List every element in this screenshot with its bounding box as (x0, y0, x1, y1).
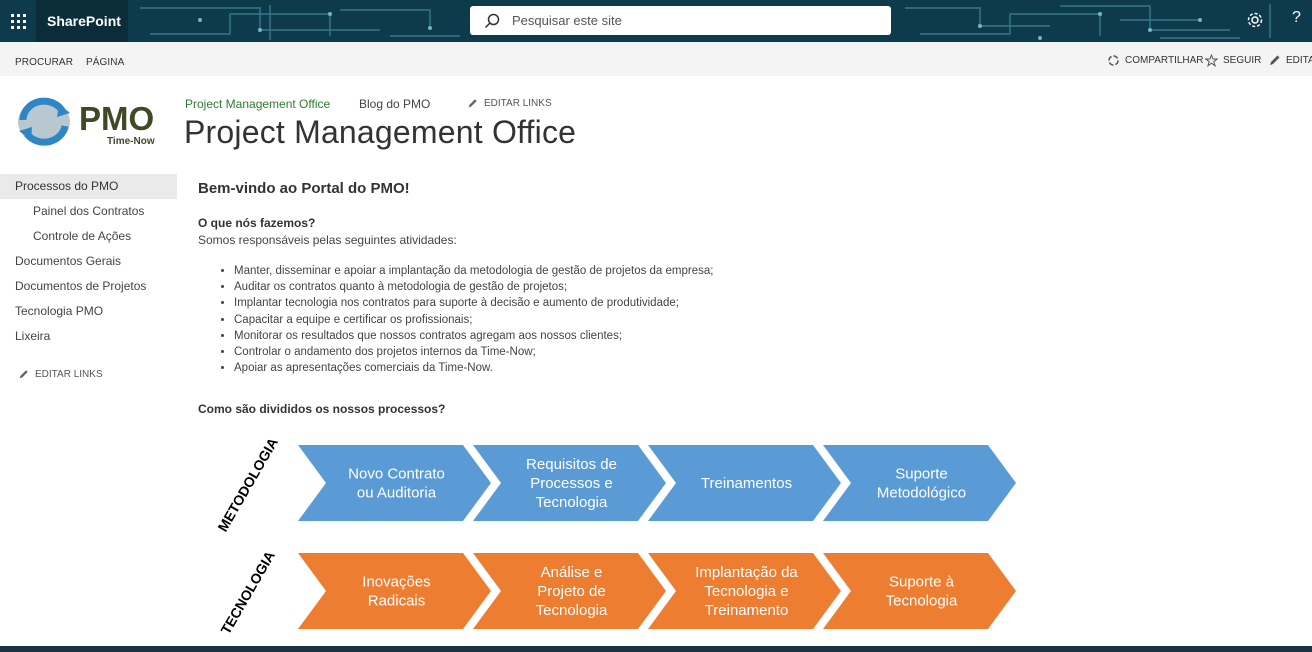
list-item: Capacitar a equipe e certificar os profi… (234, 312, 713, 328)
process-step: Suporte Metodológico (823, 445, 1016, 521)
process-step-label: Inovações (362, 574, 430, 591)
share-button[interactable]: COMPARTILHAR (1107, 54, 1204, 67)
follow-label: SEGUIR (1223, 55, 1262, 66)
process-step-label: Suporte (895, 466, 948, 483)
list-item: Apoiar as apresentações comerciais da Ti… (234, 360, 713, 376)
pmo-logo-image: PMO Time-Now (18, 97, 155, 147)
logo-subtext: Time-Now (107, 136, 155, 147)
logo-text: PMO (79, 100, 154, 137)
process-step: Novo Contrato ou Auditoria (298, 445, 491, 521)
nav-edit-links-label: EDITAR LINKS (35, 369, 103, 380)
activities-list: Manter, disseminar e apoiar a implantaçã… (234, 263, 713, 376)
chevron-shape (823, 553, 1016, 629)
process-step-label: Tecnologia (886, 593, 958, 610)
nav-item-tecnologia-pmo[interactable]: Tecnologia PMO (0, 299, 177, 324)
process-step-label: Treinamentos (701, 475, 792, 492)
nav-item-lixeira[interactable]: Lixeira (0, 324, 177, 349)
process-step: Inovações Radicais (298, 553, 491, 629)
share-icon (1108, 55, 1119, 66)
edit-page-button[interactable]: EDITA (1268, 54, 1312, 67)
follow-button[interactable]: SEGUIR (1205, 54, 1261, 67)
welcome-heading: Bem-vindo ao Portal do PMO! (198, 180, 410, 197)
quick-launch-nav: Processos do PMO Painel dos Contratos Co… (0, 174, 177, 380)
search-placeholder: Pesquisar este site (512, 13, 622, 28)
nav-item-documentos-gerais[interactable]: Documentos Gerais (0, 249, 177, 274)
chevron-shape (298, 445, 491, 521)
process-step-label: Tecnologia e (704, 583, 788, 600)
what-we-do-heading: O que nós fazemos? (198, 216, 316, 230)
process-step-label: Requisitos de (526, 456, 617, 473)
tab-procurar[interactable]: PROCURAR (15, 57, 73, 68)
process-step-label: Processos e (530, 475, 613, 492)
process-step-label: Treinamento (705, 602, 789, 619)
page-content: Bem-vindo ao Portal do PMO! O que nós fa… (198, 180, 1098, 416)
process-step-label: Tecnologia (536, 494, 608, 511)
pencil-icon (1270, 55, 1280, 65)
process-step-label: Análise e (541, 564, 603, 581)
list-item: Implantar tecnologia nos contratos para … (234, 295, 713, 311)
sharepoint-brand-link[interactable]: SharePoint (36, 0, 128, 42)
intro-text: Somos responsáveis pelas seguintes ativi… (198, 233, 457, 247)
list-item: Auditar os contratos quanto à metodologi… (234, 279, 713, 295)
process-step: Requisitos de Processos e Tecnologia (473, 445, 666, 521)
toplink-project-management-office[interactable]: Project Management Office (185, 97, 330, 111)
help-button[interactable]: ? (1292, 9, 1301, 27)
edit-label: EDITA (1286, 55, 1312, 66)
star-icon (1205, 54, 1218, 67)
bottom-bar (0, 646, 1312, 652)
settings-gear-icon[interactable] (1246, 11, 1264, 29)
process-step-label: Radicais (368, 593, 426, 610)
suite-bar: SharePoint Pesquisar este site ? (0, 0, 1312, 42)
processes-heading: Como são divididos os nossos processos? (198, 402, 446, 416)
process-step-label: Novo Contrato (348, 466, 445, 483)
nav-item-documentos-de-projetos[interactable]: Documentos de Projetos (0, 274, 177, 299)
nav-edit-links-button[interactable]: EDITAR LINKS (18, 369, 103, 380)
top-edit-links-button[interactable]: EDITAR LINKS (467, 98, 552, 109)
list-item: Monitorar os resultados que nossos contr… (234, 328, 713, 344)
list-item: Manter, disseminar e apoiar a implantaçã… (234, 263, 713, 279)
app-launcher-button[interactable] (0, 0, 36, 42)
process-step-label: ou Auditoria (357, 485, 437, 502)
waffle-icon (10, 13, 26, 29)
site-logo[interactable]: PMO Time-Now (15, 96, 165, 148)
process-step-label: Tecnologia (536, 602, 608, 619)
command-bar: PROCURAR PÁGINA COMPARTILHAR SEGUIR EDIT… (0, 42, 1312, 76)
process-step: Implantação da Tecnologia e Treinamento (648, 553, 841, 629)
chevron-shape (298, 553, 491, 629)
process-step-label: Projeto de (537, 583, 605, 600)
tab-pagina[interactable]: PÁGINA (86, 57, 124, 68)
process-step: Treinamentos (648, 445, 841, 521)
chevron-shape (823, 445, 1016, 521)
process-step: Suporte à Tecnologia (823, 553, 1016, 629)
process-step-label: Suporte à (889, 574, 955, 591)
process-step-label: Metodológico (877, 485, 966, 502)
nav-item-controle-de-acoes[interactable]: Controle de Ações (0, 224, 177, 249)
process-step: Análise e Projeto de Tecnologia (473, 553, 666, 629)
toplink-blog-do-pmo[interactable]: Blog do PMO (359, 97, 430, 111)
pencil-icon (468, 99, 477, 108)
nav-item-painel-dos-contratos[interactable]: Painel dos Contratos (0, 199, 177, 224)
search-icon (484, 13, 500, 28)
top-edit-links-label: EDITAR LINKS (484, 98, 552, 109)
list-item: Controlar o andamento dos projetos inter… (234, 344, 713, 360)
site-title[interactable]: Project Management Office (184, 114, 576, 151)
nav-item-processos-do-pmo[interactable]: Processos do PMO (0, 174, 177, 199)
share-label: COMPARTILHAR (1125, 55, 1204, 66)
pencil-icon (19, 370, 28, 379)
process-diagram: METODOLOGIA Novo Contrato ou Auditoria Requ… (214, 438, 1016, 637)
diagram-row-label: METODOLOGIA (214, 438, 281, 534)
diagram-row-label: TECNOLOGIA (217, 548, 278, 637)
site-search-box[interactable]: Pesquisar este site (470, 6, 891, 35)
process-step-label: Implantação da (695, 564, 798, 581)
